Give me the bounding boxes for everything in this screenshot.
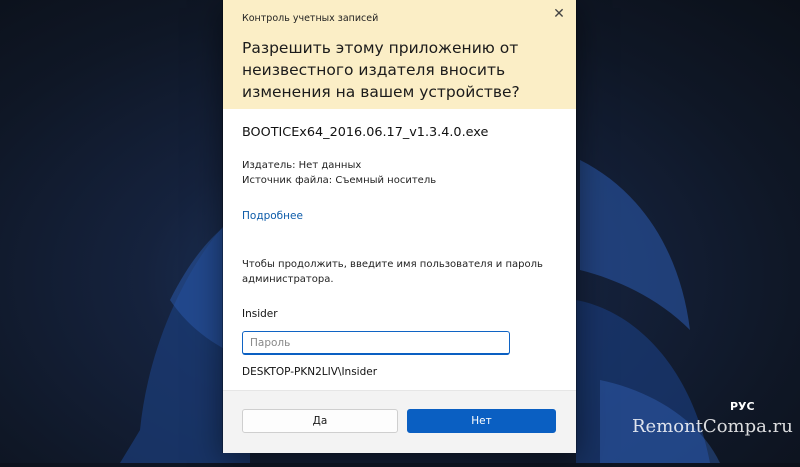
more-details-link[interactable]: Подробнее: [242, 210, 303, 222]
username-label: Insider: [242, 308, 278, 320]
file-source-text: Источник файла: Съемный носитель: [242, 175, 437, 186]
site-watermark: RemontCompa.ru: [632, 416, 793, 437]
yes-button[interactable]: Да: [242, 409, 398, 433]
domain-user-text: DESKTOP-PKN2LIV\Insider: [242, 366, 378, 378]
dialog-title: Контроль учетных записей: [242, 13, 379, 24]
publisher-text: Издатель: Нет данных: [242, 160, 362, 171]
close-icon[interactable]: ✕: [550, 5, 568, 23]
uac-dialog: Контроль учетных записей ✕ Разрешить это…: [223, 0, 576, 453]
dialog-footer: Да Нет: [223, 390, 576, 453]
password-input[interactable]: [242, 331, 510, 355]
app-file-name: BOOTICEx64_2016.06.17_v1.3.4.0.exe: [242, 125, 489, 140]
language-indicator[interactable]: РУС: [730, 400, 755, 413]
credentials-instruction: Чтобы продолжить, введите имя пользовате…: [242, 259, 543, 285]
no-button[interactable]: Нет: [407, 409, 556, 433]
dialog-question: Разрешить этому приложению от неизвестно…: [242, 39, 520, 101]
dialog-header: Контроль учетных записей ✕ Разрешить это…: [223, 0, 576, 109]
